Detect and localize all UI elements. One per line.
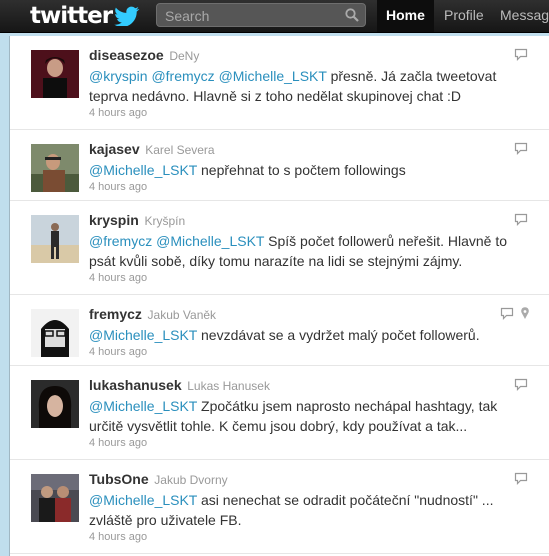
text-fragment: nepřehnat to s počtem followings: [197, 162, 406, 178]
timestamp[interactable]: 4 hours ago: [89, 530, 529, 544]
tweet-item[interactable]: lukashanusek Lukas Hanusek @Michelle_LSK…: [10, 366, 549, 460]
timestamp[interactable]: 4 hours ago: [89, 345, 529, 359]
screen-name[interactable]: fremycz: [89, 306, 142, 322]
full-name: Kryšpín: [144, 214, 186, 228]
screen-name[interactable]: lukashanusek: [89, 377, 182, 393]
tweet-item[interactable]: fremycz Jakub Vaněk @Michelle_LSKT nevzd…: [10, 295, 549, 366]
location-pin-icon[interactable]: [520, 307, 530, 320]
screen-name[interactable]: kryspin: [89, 212, 139, 228]
tweet-header: diseasezoe DeNy: [89, 46, 529, 65]
tweet-text: @kryspin @fremycz @Michelle_LSKT přesně.…: [89, 66, 529, 106]
twitter-logo[interactable]: twitter: [30, 2, 140, 30]
timestamp[interactable]: 4 hours ago: [89, 180, 529, 194]
mention-link[interactable]: @Michelle_LSKT: [219, 68, 327, 84]
screen-name[interactable]: TubsOne: [89, 471, 149, 487]
avatar[interactable]: [31, 380, 79, 428]
tweet-header: kajasev Karel Severa: [89, 140, 529, 159]
tab-profile[interactable]: Profile: [435, 0, 493, 32]
avatar[interactable]: [31, 474, 79, 522]
timestamp[interactable]: 4 hours ago: [89, 271, 529, 285]
bird-icon: [114, 6, 140, 26]
full-name: Karel Severa: [145, 143, 215, 157]
reply-icon[interactable]: [514, 213, 528, 226]
reply-icon[interactable]: [500, 307, 514, 320]
avatar[interactable]: [31, 215, 79, 263]
tab-messages[interactable]: Messages: [491, 0, 549, 32]
mention-link[interactable]: @fremycz: [89, 233, 152, 249]
reply-icon[interactable]: [514, 48, 528, 61]
tweet-item[interactable]: kajasev Karel Severa @Michelle_LSKT nepř…: [10, 130, 549, 201]
full-name: Jakub Vaněk: [147, 308, 217, 322]
avatar-image: [31, 50, 79, 98]
tweet-header: lukashanusek Lukas Hanusek: [89, 376, 529, 395]
avatar-image: [31, 380, 79, 428]
search-box: [156, 3, 366, 27]
tweet-text: @Michelle_LSKT nepřehnat to s počtem fol…: [89, 160, 529, 180]
search-icon[interactable]: [345, 8, 359, 22]
search-input[interactable]: [163, 6, 337, 26]
mention-link[interactable]: @Michelle_LSKT: [156, 233, 264, 249]
tweet-text: @Michelle_LSKT asi nenechat se odradit p…: [89, 490, 529, 530]
mention-link[interactable]: @Michelle_LSKT: [89, 398, 197, 414]
avatar[interactable]: [31, 144, 79, 192]
mention-link[interactable]: @Michelle_LSKT: [89, 492, 197, 508]
avatar[interactable]: [31, 50, 79, 98]
tweet-text: @Michelle_LSKT Zpočátku jsem naprosto ne…: [89, 396, 529, 436]
screen-name[interactable]: kajasev: [89, 141, 140, 157]
avatar[interactable]: [31, 309, 79, 357]
tweet-stream: diseasezoe DeNy @kryspin @fremycz @Miche…: [9, 36, 549, 556]
avatar-image: [31, 309, 79, 357]
tweet-text: @fremycz @Michelle_LSKT Spíš počet follo…: [89, 231, 529, 271]
tweet-item[interactable]: diseasezoe DeNy @kryspin @fremycz @Miche…: [10, 36, 549, 130]
tweet-content: TubsOne Jakub Dvorny @Michelle_LSKT asi …: [89, 470, 529, 544]
timestamp[interactable]: 4 hours ago: [89, 436, 529, 450]
tweet-content: kryspin Kryšpín @fremycz @Michelle_LSKT …: [89, 211, 529, 285]
screen-name[interactable]: diseasezoe: [89, 47, 164, 63]
avatar-image: [31, 474, 79, 522]
tweet-text: @Michelle_LSKT nevzdávat se a vydržet ma…: [89, 325, 529, 345]
reply-icon[interactable]: [514, 142, 528, 155]
tweet-item[interactable]: TubsOne Jakub Dvorny @Michelle_LSKT asi …: [10, 460, 549, 554]
text-fragment: nevzdávat se a vydržet malý počet follow…: [197, 327, 480, 343]
avatar-image: [31, 144, 79, 192]
tweet-header: TubsOne Jakub Dvorny: [89, 470, 529, 489]
full-name: Lukas Hanusek: [187, 379, 270, 393]
tab-home[interactable]: Home: [377, 0, 434, 32]
tweet-content: lukashanusek Lukas Hanusek @Michelle_LSK…: [89, 376, 529, 450]
tweet-content: diseasezoe DeNy @kryspin @fremycz @Miche…: [89, 46, 529, 120]
tweet-header: kryspin Kryšpín: [89, 211, 529, 230]
mention-link[interactable]: @kryspin: [89, 68, 148, 84]
reply-icon[interactable]: [514, 472, 528, 485]
mention-link[interactable]: @Michelle_LSKT: [89, 162, 197, 178]
reply-icon[interactable]: [514, 378, 528, 391]
logo-wordmark: twitter: [30, 3, 113, 29]
mention-link[interactable]: @fremycz: [151, 68, 214, 84]
timestamp[interactable]: 4 hours ago: [89, 106, 529, 120]
tweet-header: fremycz Jakub Vaněk: [89, 305, 529, 324]
full-name: DeNy: [169, 49, 200, 63]
tweet-content: kajasev Karel Severa @Michelle_LSKT nepř…: [89, 140, 529, 194]
tweet-item[interactable]: kryspin Kryšpín @fremycz @Michelle_LSKT …: [10, 201, 549, 295]
tweet-content: fremycz Jakub Vaněk @Michelle_LSKT nevzd…: [89, 305, 529, 359]
full-name: Jakub Dvorny: [154, 473, 228, 487]
top-bar: twitter Home Profile Messages: [0, 0, 549, 33]
avatar-image: [31, 215, 79, 263]
mention-link[interactable]: @Michelle_LSKT: [89, 327, 197, 343]
